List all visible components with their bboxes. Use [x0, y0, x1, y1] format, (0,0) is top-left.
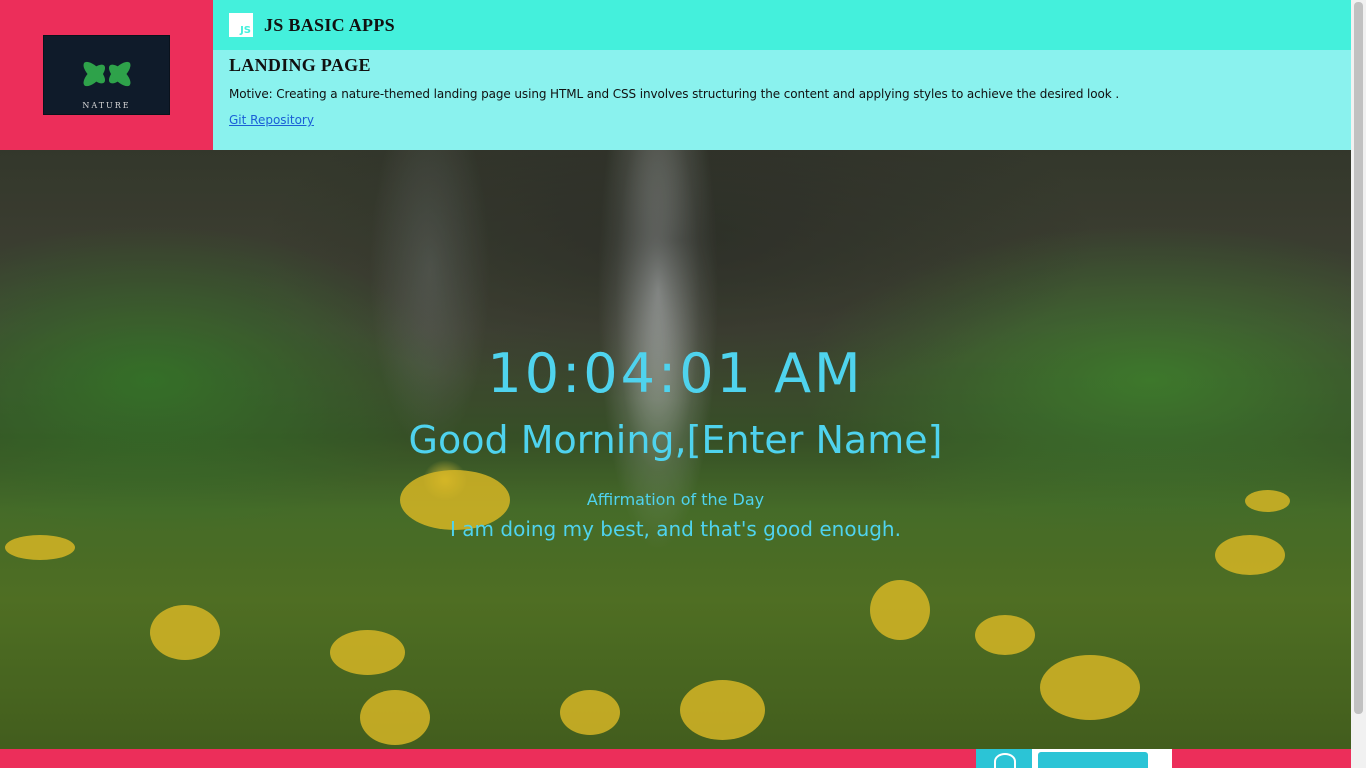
- js-badge-icon: JS: [229, 13, 253, 37]
- logo-panel: NATURE: [0, 0, 213, 150]
- greeting: Good Morning,[Enter Name]: [0, 418, 1351, 462]
- nature-logo: NATURE: [43, 35, 170, 115]
- project-info: LANDING PAGE Motive: Creating a nature-t…: [213, 50, 1351, 150]
- leaf-emblem-icon: [83, 61, 131, 87]
- footer-logo-icon: [976, 749, 1032, 768]
- top-header: NATURE JS JS BASIC APPS LANDING PAGE Mot…: [0, 0, 1351, 150]
- footer-logo-text: [1038, 752, 1148, 768]
- footer-logo: [976, 749, 1172, 768]
- name-input[interactable]: [Enter Name]: [687, 418, 943, 462]
- affirmation-text: I am doing my best, and that's good enou…: [450, 517, 901, 541]
- info-panel: JS JS BASIC APPS LANDING PAGE Motive: Cr…: [213, 0, 1351, 150]
- app-bar: JS JS BASIC APPS: [213, 0, 1351, 50]
- motive-text: Motive: Creating a nature-themed landing…: [229, 87, 1120, 101]
- js-badge-text: JS: [240, 25, 251, 36]
- git-repository-link[interactable]: Git Repository: [229, 113, 314, 127]
- scrollbar-thumb[interactable]: [1354, 2, 1363, 714]
- affirmation-label: Affirmation of the Day: [586, 490, 765, 509]
- app-title: JS BASIC APPS: [264, 14, 395, 35]
- hero-background: 10:04:01 AM Good Morning,[Enter Name] Af…: [0, 150, 1351, 749]
- footer-strip: [0, 749, 1351, 768]
- clock: 10:04:01 AM: [487, 342, 864, 405]
- greeting-prefix: Good Morning,: [408, 418, 687, 462]
- page-title: LANDING PAGE: [229, 55, 371, 75]
- page-scrollbar[interactable]: [1351, 0, 1366, 768]
- logo-word: NATURE: [82, 101, 131, 110]
